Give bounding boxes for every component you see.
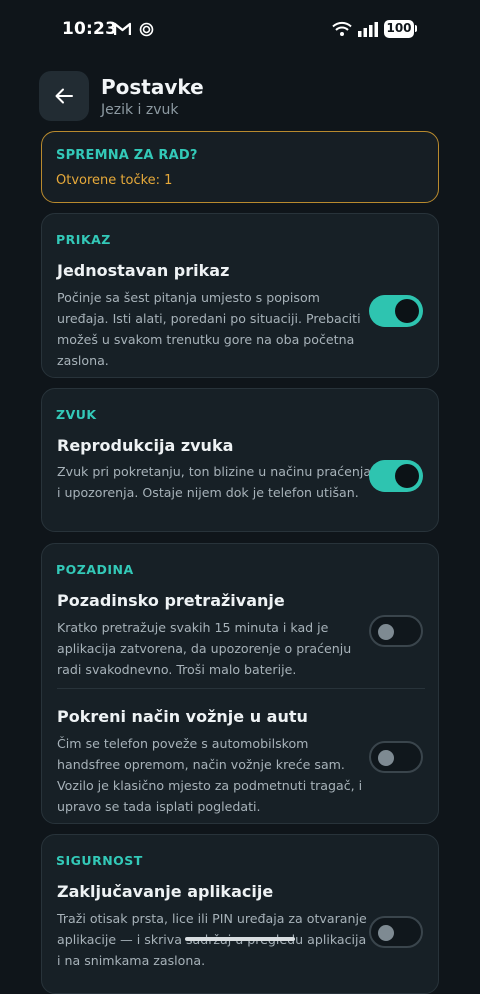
background-settings-card: POZADINA Pozadinsko pretraživanje Kratko…	[41, 543, 439, 824]
home-indicator[interactable]	[185, 937, 295, 941]
page-subtitle: Jezik i zvuk	[101, 102, 179, 118]
section-label-security: SIGURNOST	[56, 853, 143, 868]
app-lock-toggle[interactable]	[369, 916, 423, 948]
background-scan-description: Kratko pretražuje svakih 15 minuta i kad…	[57, 620, 352, 677]
sound-playback-title: Reprodukcija zvuka	[57, 436, 234, 455]
car-mode-toggle[interactable]	[369, 741, 423, 773]
security-settings-card: SIGURNOST Zaključavanje aplikacije Traži…	[41, 834, 439, 994]
wifi-icon	[332, 21, 352, 41]
divider	[57, 688, 425, 689]
simple-view-title: Jednostavan prikaz	[57, 261, 230, 280]
sync-icon	[139, 22, 154, 41]
ready-status-card[interactable]: SPREMNA ZA RAD? Otvorene točke: 1	[41, 131, 439, 203]
car-mode-title: Pokreni način vožnje u autu	[57, 707, 308, 726]
header: Postavke Jezik i zvuk	[0, 70, 480, 126]
arrow-left-icon	[55, 88, 73, 104]
section-label-display: PRIKAZ	[56, 232, 111, 247]
toggle-knob	[378, 750, 394, 766]
signal-icon	[357, 21, 379, 41]
car-mode-description: Čim se telefon poveže s automobilskom ha…	[57, 736, 363, 814]
background-scan-title: Pozadinsko pretraživanje	[57, 591, 285, 610]
toggle-knob	[378, 925, 394, 941]
sound-playback-description: Zvuk pri pokretanju, ton blizine u način…	[57, 464, 372, 500]
sound-playback-toggle[interactable]	[369, 460, 423, 492]
simple-view-description: Počinje sa šest pitanja umjesto s popiso…	[57, 290, 361, 368]
status-bar: 10:23 100	[0, 0, 480, 60]
sound-settings-card: ZVUK Reprodukcija zvuka Zvuk pri pokreta…	[41, 388, 439, 532]
battery-tip	[415, 25, 417, 32]
simple-view-toggle[interactable]	[369, 295, 423, 327]
page-title: Postavke	[101, 75, 204, 99]
app-lock-title: Zaključavanje aplikacije	[57, 882, 274, 901]
section-label-background: POZADINA	[56, 562, 134, 577]
open-items-count: Otvorene točke: 1	[56, 173, 173, 188]
toggle-knob	[395, 464, 419, 488]
battery-indicator: 100	[384, 20, 414, 38]
toggle-knob	[378, 624, 394, 640]
gmail-icon	[113, 21, 132, 40]
display-settings-card: PRIKAZ Jednostavan prikaz Počinje sa šes…	[41, 213, 439, 378]
toggle-knob	[395, 299, 419, 323]
section-label-sound: ZVUK	[56, 407, 97, 422]
ready-status-title: SPREMNA ZA RAD?	[56, 148, 198, 163]
status-time: 10:23	[62, 19, 118, 39]
back-button[interactable]	[39, 71, 89, 121]
background-scan-toggle[interactable]	[369, 615, 423, 647]
